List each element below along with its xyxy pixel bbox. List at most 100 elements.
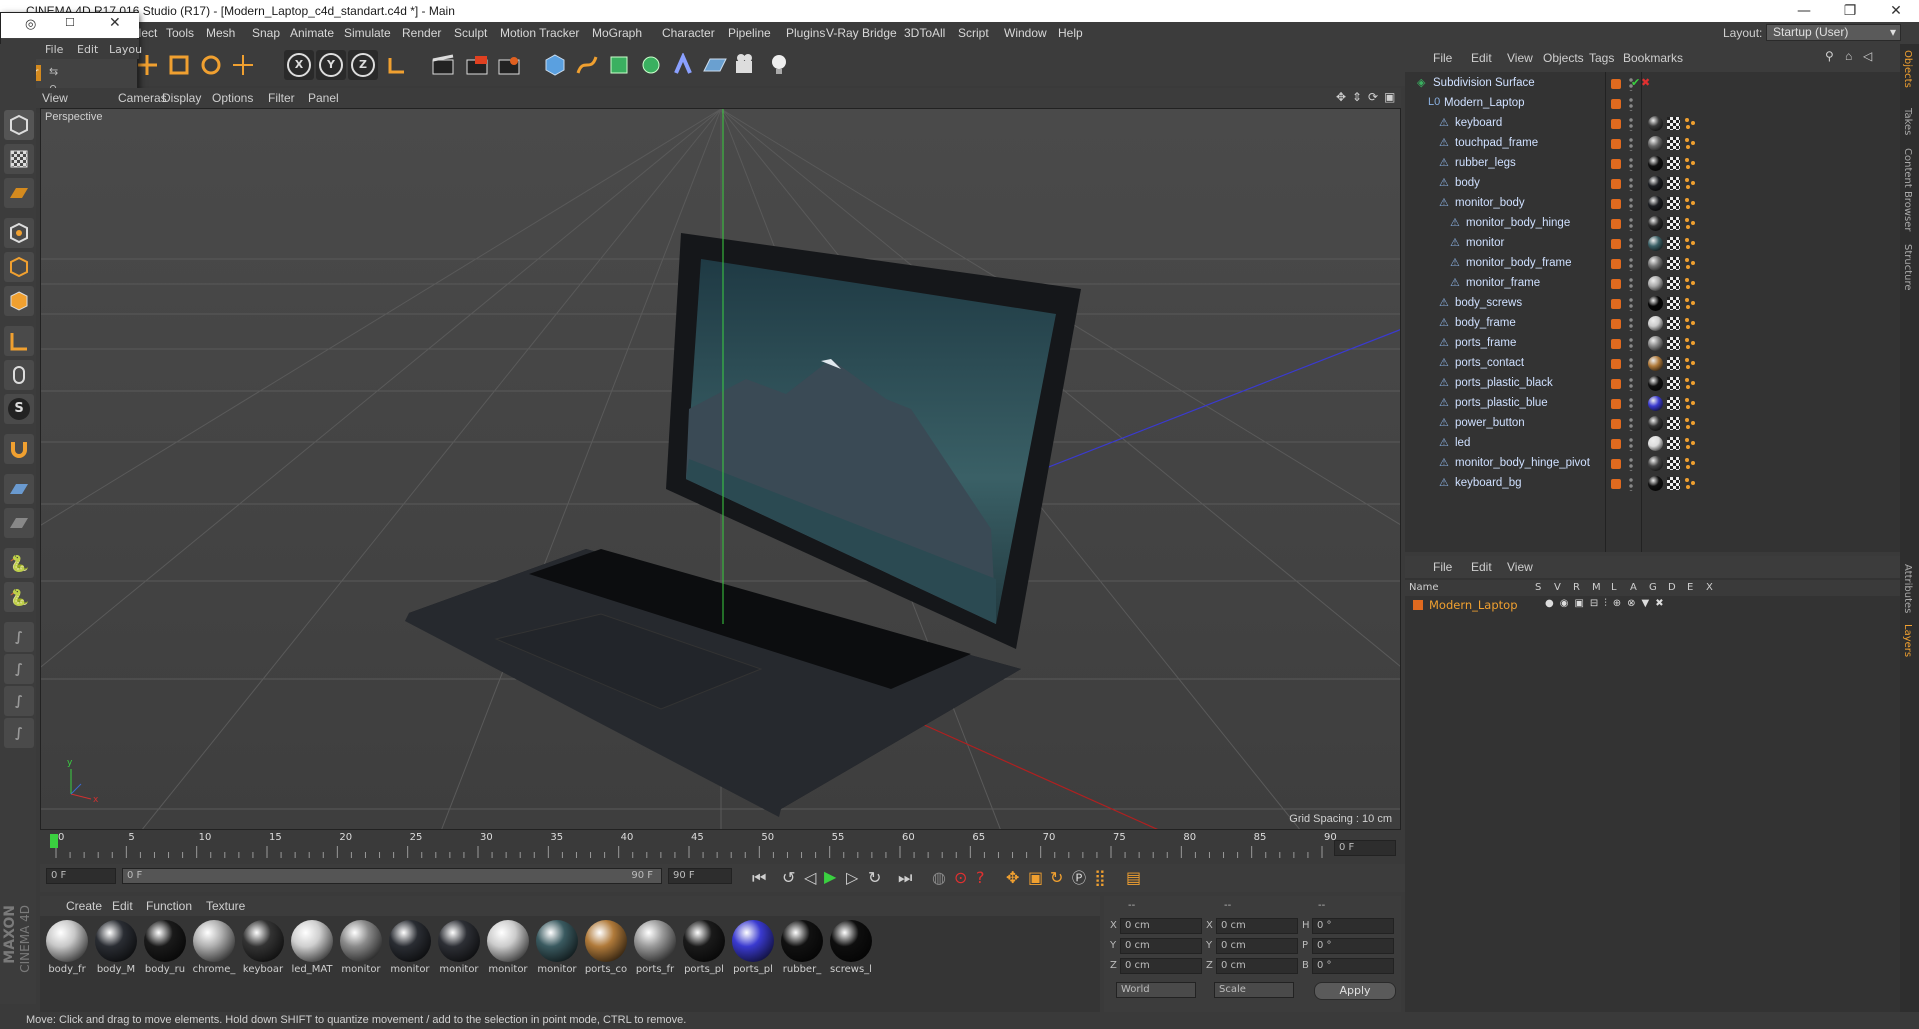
objects-menu-file[interactable]: File bbox=[1433, 51, 1452, 65]
visibility-dots-icon[interactable] bbox=[1629, 437, 1633, 451]
go-to-start-icon[interactable]: ⏮ bbox=[752, 868, 766, 888]
workplane-button[interactable] bbox=[4, 508, 34, 538]
object-row[interactable]: ⚠ body_screws bbox=[1405, 294, 1900, 314]
menu-animate[interactable]: Animate bbox=[290, 26, 334, 40]
material-swatch[interactable]: rubber_ bbox=[779, 920, 825, 975]
world-select[interactable]: World bbox=[1116, 982, 1196, 998]
viewport-menu-view[interactable]: View bbox=[42, 91, 68, 105]
cloner-button[interactable] bbox=[636, 50, 666, 80]
viewport-menu-filter[interactable]: Filter bbox=[268, 91, 295, 105]
menu-character[interactable]: Character bbox=[662, 26, 715, 40]
object-row[interactable]: ⚠ body_frame bbox=[1405, 314, 1900, 334]
checker-tag-icon[interactable] bbox=[1667, 297, 1680, 310]
visibility-dots-icon[interactable] bbox=[1629, 317, 1633, 331]
size-field[interactable]: 0 cm bbox=[1216, 938, 1298, 954]
material-swatch[interactable]: monitor bbox=[387, 920, 433, 975]
menu-help[interactable]: Help bbox=[1058, 26, 1083, 40]
keyframe-selection-icon[interactable]: ? bbox=[976, 868, 985, 887]
workplane-lock-button[interactable] bbox=[4, 474, 34, 504]
tab-takes[interactable]: Takes bbox=[1902, 108, 1913, 135]
visibility-dots-icon[interactable] bbox=[1629, 237, 1633, 251]
phong-tag-icon[interactable] bbox=[1684, 217, 1696, 229]
phong-tag-icon[interactable] bbox=[1684, 157, 1696, 169]
tab-content-browser[interactable]: Content Browser bbox=[1902, 148, 1913, 231]
pla-key-icon[interactable]: ⣿ bbox=[1094, 868, 1106, 887]
checker-tag-icon[interactable] bbox=[1667, 377, 1680, 390]
hook-tool-button[interactable]: ∫ bbox=[4, 622, 34, 652]
menu-pipeline[interactable]: Pipeline bbox=[728, 26, 771, 40]
checker-tag-icon[interactable] bbox=[1667, 457, 1680, 470]
material-tag-icon[interactable] bbox=[1648, 216, 1663, 231]
material-tag-icon[interactable] bbox=[1648, 236, 1663, 251]
polygons-mode-button[interactable] bbox=[4, 286, 34, 316]
zoom-view-icon[interactable]: ⇕ bbox=[1352, 90, 1362, 104]
close-button[interactable]: ✕ bbox=[1873, 0, 1919, 22]
checker-tag-icon[interactable] bbox=[1667, 397, 1680, 410]
next-frame-icon[interactable]: ▷ bbox=[846, 868, 858, 887]
material-tag-icon[interactable] bbox=[1648, 356, 1663, 371]
checker-tag-icon[interactable] bbox=[1667, 437, 1680, 450]
light-button[interactable] bbox=[764, 50, 794, 80]
orbit-view-icon[interactable]: ⟳ bbox=[1368, 90, 1378, 104]
object-row[interactable]: ⚠ touchpad_frame bbox=[1405, 134, 1900, 154]
checker-tag-icon[interactable] bbox=[1667, 137, 1680, 150]
object-row[interactable]: L0 Modern_Laptop bbox=[1405, 94, 1900, 114]
position-field[interactable]: 0 cm bbox=[1120, 958, 1202, 974]
layer-column-m[interactable]: M bbox=[1592, 582, 1601, 593]
layer-tag-swatch[interactable] bbox=[1611, 139, 1621, 149]
link-icon[interactable]: ⇆ bbox=[49, 65, 58, 78]
material-menu-edit[interactable]: Edit bbox=[112, 899, 133, 913]
viewport-menu-panel[interactable]: Panel bbox=[308, 91, 339, 105]
size-field[interactable]: 0 cm bbox=[1216, 958, 1298, 974]
layer-tag-swatch[interactable] bbox=[1611, 339, 1621, 349]
material-swatch[interactable]: body_ru bbox=[142, 920, 188, 975]
live-select-button[interactable] bbox=[228, 50, 258, 80]
play-icon[interactable]: ▶ bbox=[824, 867, 836, 886]
material-swatch[interactable]: ports_co bbox=[583, 920, 629, 975]
size-field[interactable]: 0 cm bbox=[1216, 918, 1298, 934]
menu-render[interactable]: Render bbox=[402, 26, 441, 40]
render-view-button[interactable] bbox=[428, 50, 458, 80]
tab-objects[interactable]: Objects bbox=[1902, 50, 1913, 88]
rotation-field[interactable]: 0 ° bbox=[1312, 938, 1394, 954]
z-axis-button[interactable]: Z bbox=[348, 50, 378, 80]
menu-v-ray-bridge[interactable]: V-Ray Bridge bbox=[826, 26, 897, 40]
disabled-x-icon[interactable]: ✖ bbox=[1641, 76, 1650, 89]
layer-column-a[interactable]: A bbox=[1630, 582, 1637, 593]
workplane-mode-button[interactable] bbox=[4, 178, 34, 208]
object-row[interactable]: ⚠ monitor_body_hinge bbox=[1405, 214, 1900, 234]
visibility-dots-icon[interactable] bbox=[1629, 137, 1633, 151]
checker-tag-icon[interactable] bbox=[1667, 277, 1680, 290]
material-swatch[interactable]: chrome_ bbox=[191, 920, 237, 975]
menu-3dtoall[interactable]: 3DToAll bbox=[904, 26, 945, 40]
pan-view-icon[interactable]: ✥ bbox=[1336, 90, 1346, 104]
material-swatch[interactable]: keyboar bbox=[240, 920, 286, 975]
layer-tag-swatch[interactable] bbox=[1611, 299, 1621, 309]
layer-tag-swatch[interactable] bbox=[1611, 79, 1621, 89]
layer-tag-swatch[interactable] bbox=[1611, 119, 1621, 129]
menu-sculpt[interactable]: Sculpt bbox=[454, 26, 487, 40]
phong-tag-icon[interactable] bbox=[1684, 477, 1696, 489]
menu-simulate[interactable]: Simulate bbox=[344, 26, 391, 40]
layers-menu-file[interactable]: File bbox=[1433, 560, 1452, 574]
subdivision-button[interactable] bbox=[604, 50, 634, 80]
layer-tag-swatch[interactable] bbox=[1611, 379, 1621, 389]
checker-tag-icon[interactable] bbox=[1667, 317, 1680, 330]
checker-tag-icon[interactable] bbox=[1667, 477, 1680, 490]
checker-tag-icon[interactable] bbox=[1667, 237, 1680, 250]
layer-tag-swatch[interactable] bbox=[1611, 399, 1621, 409]
position-field[interactable]: 0 cm bbox=[1120, 918, 1202, 934]
layout-select[interactable]: Startup (User) ▾ bbox=[1766, 24, 1901, 41]
pen-spline-button[interactable] bbox=[572, 50, 602, 80]
visibility-dots-icon[interactable] bbox=[1629, 297, 1633, 311]
layer-tag-swatch[interactable] bbox=[1611, 359, 1621, 369]
object-row[interactable]: ⚠ monitor_body_frame bbox=[1405, 254, 1900, 274]
layer-column-g[interactable]: G bbox=[1649, 582, 1657, 593]
rotate-tool-button[interactable] bbox=[196, 50, 226, 80]
visibility-dots-icon[interactable] bbox=[1629, 197, 1633, 211]
phong-tag-icon[interactable] bbox=[1684, 397, 1696, 409]
material-swatch[interactable]: led_MAT bbox=[289, 920, 335, 975]
menu-window[interactable]: Window bbox=[1004, 26, 1047, 40]
hook-tool-button-3[interactable]: ∫ bbox=[4, 686, 34, 716]
minimize-button[interactable]: — bbox=[1781, 0, 1827, 22]
